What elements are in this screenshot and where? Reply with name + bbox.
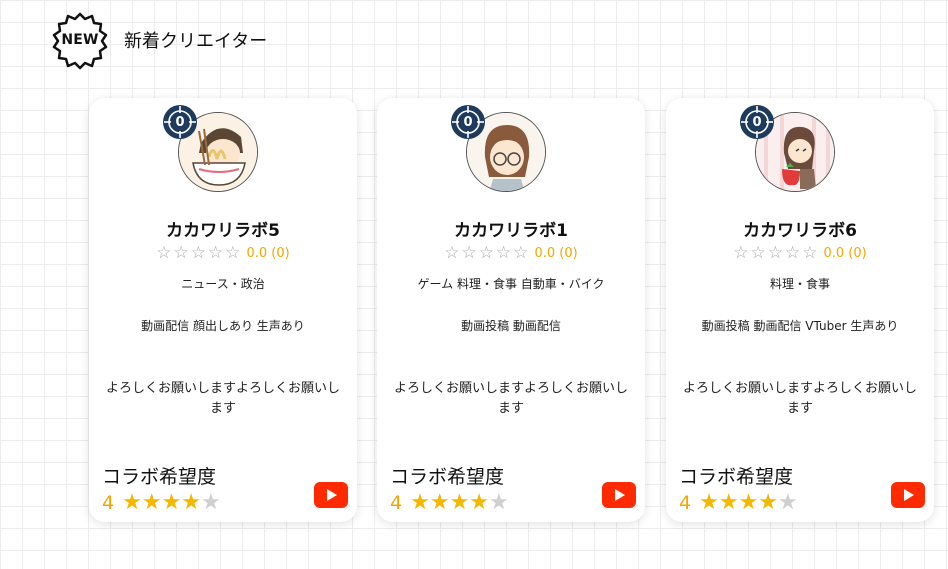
new-badge: NEW — [50, 10, 110, 70]
empty-star-icon: ☆ — [785, 243, 801, 263]
activity-list: 動画投稿 動画配信 — [461, 319, 561, 333]
empty-star-icon: ★ — [201, 490, 221, 515]
empty-star-icon: ☆ — [444, 243, 460, 263]
rating-row: ☆ ☆ ☆ ☆ ☆ 0.0 (0) — [89, 244, 357, 262]
activity-list: 動画配信 顔出しあり 生声あり — [141, 319, 305, 333]
empty-star-icon: ☆ — [190, 243, 206, 263]
youtube-link-button[interactable] — [891, 482, 925, 508]
collab-score-value: 4 — [679, 492, 692, 514]
empty-star-icon: ☆ — [225, 243, 241, 263]
creator-name[interactable]: カカワリラボ1 — [377, 216, 645, 241]
filled-star-icon: ★ — [181, 490, 202, 515]
creator-card[interactable]: 0 カカワリラボ1 ☆ ☆ ☆ ☆ ☆ 0.0 (0) ゲーム 料理・食事 自動… — [377, 98, 645, 522]
creator-card[interactable]: 0 カカワリラボ5 ☆ ☆ ☆ ☆ ☆ 0.0 (0) ニュース・政治 動画配信… — [89, 98, 357, 522]
rating-row: ☆ ☆ ☆ ☆ ☆ 0.0 (0) — [377, 244, 645, 262]
empty-star-icon: ☆ — [173, 243, 189, 263]
collab-score-value: 4 — [102, 492, 115, 514]
filled-star-icon: ★ — [122, 490, 142, 515]
empty-star-icon: ☆ — [733, 243, 749, 263]
rating-text: 0.0 (0) — [823, 245, 867, 261]
empty-star-icon: ☆ — [156, 243, 172, 263]
empty-star-icon: ☆ — [461, 243, 477, 263]
empty-star-icon: ☆ — [802, 243, 818, 263]
activity-list: 動画投稿 動画配信 VTuber 生声あり — [701, 319, 899, 333]
collab-label: コラボ希望度 — [679, 466, 794, 488]
youtube-link-button[interactable] — [602, 482, 636, 508]
genre-list: 料理・食事 — [769, 277, 830, 291]
new-badge-label: NEW — [61, 32, 99, 48]
empty-star-icon: ☆ — [478, 243, 494, 263]
filled-star-icon: ★ — [429, 490, 450, 515]
empty-star-icon: ★ — [489, 490, 509, 515]
creator-name[interactable]: カカワリラボ6 — [666, 216, 934, 241]
rank-badge: 0 — [450, 104, 486, 140]
collab-label: コラボ希望度 — [102, 466, 217, 488]
filled-star-icon: ★ — [718, 490, 739, 515]
empty-star-icon: ☆ — [208, 243, 224, 263]
filled-star-icon: ★ — [410, 490, 430, 515]
youtube-icon — [891, 482, 925, 508]
rank-badge: 0 — [739, 104, 775, 140]
collab-label: コラボ希望度 — [390, 466, 505, 488]
creator-bio: よろしくお願いしますよろしくお願いします — [682, 381, 917, 416]
creator-name[interactable]: カカワリラボ5 — [89, 216, 357, 241]
filled-star-icon: ★ — [758, 490, 779, 515]
creator-bio: よろしくお願いしますよろしくお願いします — [393, 381, 628, 416]
section-title: 新着クリエイター — [124, 31, 268, 52]
youtube-link-button[interactable] — [314, 482, 348, 508]
creator-card[interactable]: 0 カカワリラボ6 ☆ ☆ ☆ ☆ ☆ 0.0 (0) 料理・食事 動画投稿 動… — [666, 98, 934, 522]
rating-row: ☆ ☆ ☆ ☆ ☆ 0.0 (0) — [666, 244, 934, 262]
empty-star-icon: ★ — [778, 490, 798, 515]
filled-star-icon: ★ — [449, 490, 470, 515]
collab-score: 4 ★ ★ ★ ★ ★ — [679, 491, 798, 515]
creator-bio: よろしくお願いしますよろしくお願いします — [105, 381, 340, 416]
youtube-icon — [602, 482, 636, 508]
collab-score: 4 ★ ★ ★ ★ ★ — [390, 491, 509, 515]
empty-star-icon: ☆ — [750, 243, 766, 263]
filled-star-icon: ★ — [161, 490, 182, 515]
empty-star-icon: ☆ — [767, 243, 783, 263]
section-header: NEW 新着クリエイター — [50, 10, 267, 70]
rank-number: 0 — [463, 114, 473, 130]
filled-star-icon: ★ — [738, 490, 759, 515]
rank-badge: 0 — [162, 104, 198, 140]
empty-star-icon: ☆ — [513, 243, 529, 263]
rank-number: 0 — [752, 114, 762, 130]
rank-number: 0 — [175, 114, 185, 130]
rating-text: 0.0 (0) — [246, 245, 290, 261]
youtube-icon — [314, 482, 348, 508]
rating-text: 0.0 (0) — [534, 245, 578, 261]
collab-score-value: 4 — [390, 492, 403, 514]
genre-list: ゲーム 料理・食事 自動車・バイク — [417, 277, 605, 291]
filled-star-icon: ★ — [141, 490, 162, 515]
filled-star-icon: ★ — [699, 490, 719, 515]
empty-star-icon: ☆ — [496, 243, 512, 263]
collab-score: 4 ★ ★ ★ ★ ★ — [102, 491, 221, 515]
genre-list: ニュース・政治 — [181, 277, 265, 291]
filled-star-icon: ★ — [469, 490, 490, 515]
